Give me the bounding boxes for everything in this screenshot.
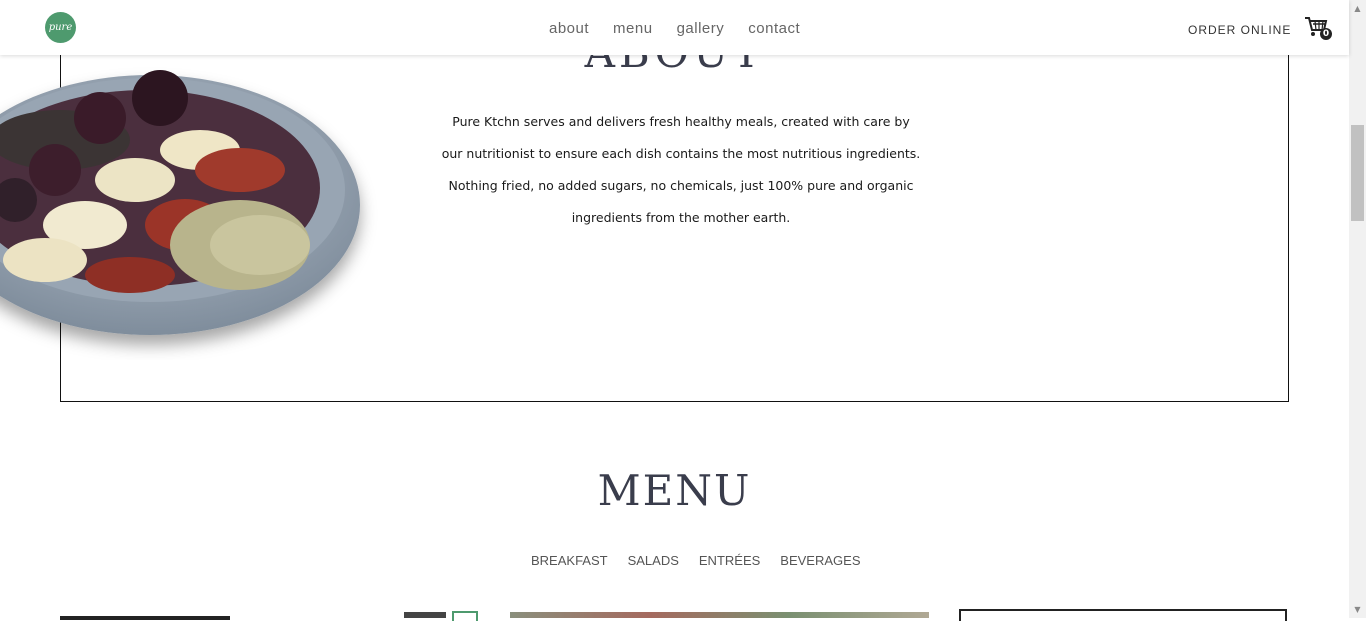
nav-link-about[interactable]: about: [549, 20, 589, 37]
scrollbar-thumb[interactable]: [1351, 125, 1364, 221]
page-scrollbar[interactable]: ▲ ▼: [1349, 0, 1366, 618]
menu-title: MENU: [597, 466, 752, 515]
logo[interactable]: pure: [45, 12, 76, 43]
menu-item-image-partial: [510, 612, 929, 618]
scroll-down-arrow-icon[interactable]: ▼: [1349, 601, 1366, 618]
scroll-up-arrow-icon[interactable]: ▲: [1349, 0, 1366, 17]
nav-link-contact[interactable]: contact: [748, 20, 800, 37]
tab-beverages[interactable]: BEVERAGES: [780, 553, 860, 568]
cart-count-badge: 0: [1320, 28, 1332, 40]
tab-breakfast[interactable]: BREAKFAST: [531, 553, 608, 568]
menu-category-tabs: BREAKFAST SALADS ENTRÉES BEVERAGES: [531, 553, 861, 568]
menu-card-partial: [959, 609, 1287, 621]
nav-link-gallery[interactable]: gallery: [677, 20, 725, 37]
tab-salads[interactable]: SALADS: [628, 553, 679, 568]
order-online-link[interactable]: ORDER ONLINE: [1188, 23, 1291, 37]
nav-link-menu[interactable]: menu: [613, 20, 653, 37]
about-description: Pure Ktchn serves and delivers fresh hea…: [441, 114, 921, 225]
menu-item-title-partial: [60, 612, 230, 620]
acai-bowl-image: [0, 70, 360, 335]
cart-button[interactable]: 0: [1304, 16, 1332, 40]
site-header: pure about menu gallery contact ORDER ON…: [0, 0, 1349, 55]
main-nav: about menu gallery contact: [549, 20, 800, 37]
logo-text: pure: [48, 22, 73, 33]
add-to-cart-button-partial[interactable]: [452, 611, 478, 621]
menu-item-price-partial: [404, 612, 446, 618]
tab-entrees[interactable]: ENTRÉES: [699, 553, 760, 568]
